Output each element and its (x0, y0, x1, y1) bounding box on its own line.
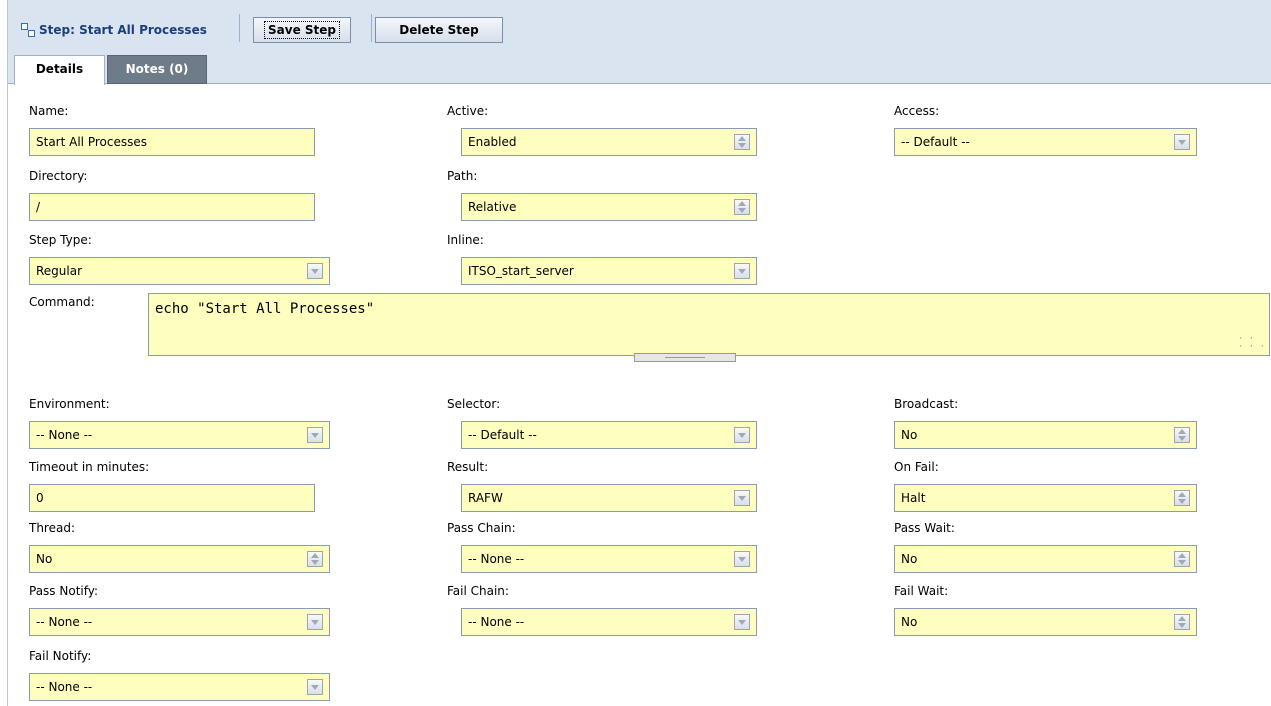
timeout-label: Timeout in minutes: (29, 460, 150, 474)
chevron-down-icon[interactable] (307, 679, 323, 695)
on-fail-label: On Fail: (894, 460, 939, 474)
textarea-resize-handle[interactable] (634, 353, 736, 362)
fail-notify-value: -- None -- (36, 680, 93, 694)
environment-value: -- None -- (36, 428, 93, 442)
command-label: Command: (29, 295, 95, 309)
step-type-select[interactable]: Regular (29, 257, 330, 285)
tab-notes[interactable]: Notes (0) (107, 55, 207, 84)
access-select[interactable]: -- Default -- (894, 128, 1197, 156)
pass-wait-value: No (901, 552, 918, 566)
chevron-down-icon[interactable] (734, 490, 750, 506)
active-label: Active: (447, 104, 489, 118)
name-value: Start All Processes (36, 135, 147, 149)
page-title: Step: Start All Processes (20, 22, 207, 38)
broadcast-label: Broadcast: (894, 397, 959, 411)
chevron-down-icon[interactable] (307, 263, 323, 279)
fail-chain-value: -- None -- (468, 615, 525, 629)
fail-chain-select[interactable]: -- None -- (461, 608, 757, 636)
spinner-icon[interactable] (1174, 551, 1190, 567)
fail-wait-select[interactable]: No (894, 608, 1197, 636)
chevron-down-icon[interactable] (307, 614, 323, 630)
command-value: echo "Start All Processes" (155, 301, 375, 317)
delete-step-label: Delete Step (399, 23, 479, 37)
environment-label: Environment: (29, 397, 110, 411)
chevron-down-icon[interactable] (734, 614, 750, 630)
directory-value: / (36, 200, 41, 214)
selector-value: -- Default -- (468, 428, 537, 442)
pass-chain-label: Pass Chain: (447, 521, 516, 535)
spinner-icon[interactable] (1174, 490, 1190, 506)
thread-value: No (36, 552, 53, 566)
step-type-value: Regular (36, 264, 83, 278)
environment-select[interactable]: -- None -- (29, 421, 330, 449)
spinner-icon[interactable] (1174, 427, 1190, 443)
spinner-icon[interactable] (734, 199, 750, 215)
path-label: Path: (447, 169, 478, 183)
chevron-down-icon[interactable] (734, 427, 750, 443)
selector-select[interactable]: -- Default -- (461, 421, 757, 449)
inline-label: Inline: (447, 233, 484, 247)
delete-step-button[interactable]: Delete Step (375, 17, 503, 43)
pass-wait-select[interactable]: No (894, 545, 1197, 573)
directory-field[interactable]: / (29, 193, 315, 221)
pass-notify-value: -- None -- (36, 615, 93, 629)
pass-wait-label: Pass Wait: (894, 521, 955, 535)
directory-label: Directory: (29, 169, 88, 183)
spinner-icon[interactable] (734, 134, 750, 150)
on-fail-select[interactable]: Halt (894, 484, 1197, 512)
toolbar-divider (371, 14, 372, 42)
access-label: Access: (894, 104, 940, 118)
pass-notify-label: Pass Notify: (29, 584, 99, 598)
pass-chain-value: -- None -- (468, 552, 525, 566)
fail-notify-label: Fail Notify: (29, 649, 92, 663)
result-label: Result: (447, 460, 489, 474)
fail-notify-select[interactable]: -- None -- (29, 673, 330, 701)
thread-label: Thread: (29, 521, 76, 535)
name-field[interactable]: Start All Processes (29, 128, 315, 156)
broadcast-select[interactable]: No (894, 421, 1197, 449)
active-value: Enabled (468, 135, 517, 149)
fail-wait-label: Fail Wait: (894, 584, 949, 598)
chevron-down-icon[interactable] (734, 263, 750, 279)
save-step-label: Save Step (264, 21, 340, 39)
chevron-down-icon[interactable] (307, 427, 323, 443)
result-value: RAFW (468, 491, 503, 505)
inline-select[interactable]: ITSO_start_server (461, 257, 757, 285)
pass-notify-select[interactable]: -- None -- (29, 608, 330, 636)
broadcast-value: No (901, 428, 918, 442)
chevron-down-icon[interactable] (1174, 134, 1190, 150)
tab-details[interactable]: Details (14, 55, 105, 85)
page-title-text: Step: Start All Processes (39, 23, 207, 37)
on-fail-value: Halt (901, 491, 926, 505)
active-select[interactable]: Enabled (461, 128, 757, 156)
step-type-label: Step Type: (29, 233, 92, 247)
path-select[interactable]: Relative (461, 193, 757, 221)
path-value: Relative (468, 200, 517, 214)
result-select[interactable]: RAFW (461, 484, 757, 512)
command-textarea[interactable]: echo "Start All Processes" · · · · · (148, 293, 1270, 356)
toolbar-divider (239, 14, 240, 42)
pass-chain-select[interactable]: -- None -- (461, 545, 757, 573)
timeout-value: 0 (36, 491, 44, 505)
inline-value: ITSO_start_server (468, 264, 574, 278)
resize-grip-icon[interactable]: · · · · · (1238, 335, 1265, 352)
fail-chain-label: Fail Chain: (447, 584, 509, 598)
fail-wait-value: No (901, 615, 918, 629)
thread-select[interactable]: No (29, 545, 330, 573)
tab-details-label: Details (35, 62, 84, 76)
name-label: Name: (29, 104, 69, 118)
step-header: Step: Start All Processes Save Step Dele… (8, 0, 1271, 85)
spinner-icon[interactable] (307, 551, 323, 567)
spinner-icon[interactable] (1174, 614, 1190, 630)
access-value: -- Default -- (901, 135, 970, 149)
step-icon (20, 22, 36, 38)
selector-label: Selector: (447, 397, 501, 411)
chevron-down-icon[interactable] (734, 551, 750, 567)
left-border (7, 0, 8, 706)
save-step-button[interactable]: Save Step (253, 17, 351, 43)
tab-notes-label: Notes (0) (125, 62, 189, 76)
timeout-field[interactable]: 0 (29, 484, 315, 512)
